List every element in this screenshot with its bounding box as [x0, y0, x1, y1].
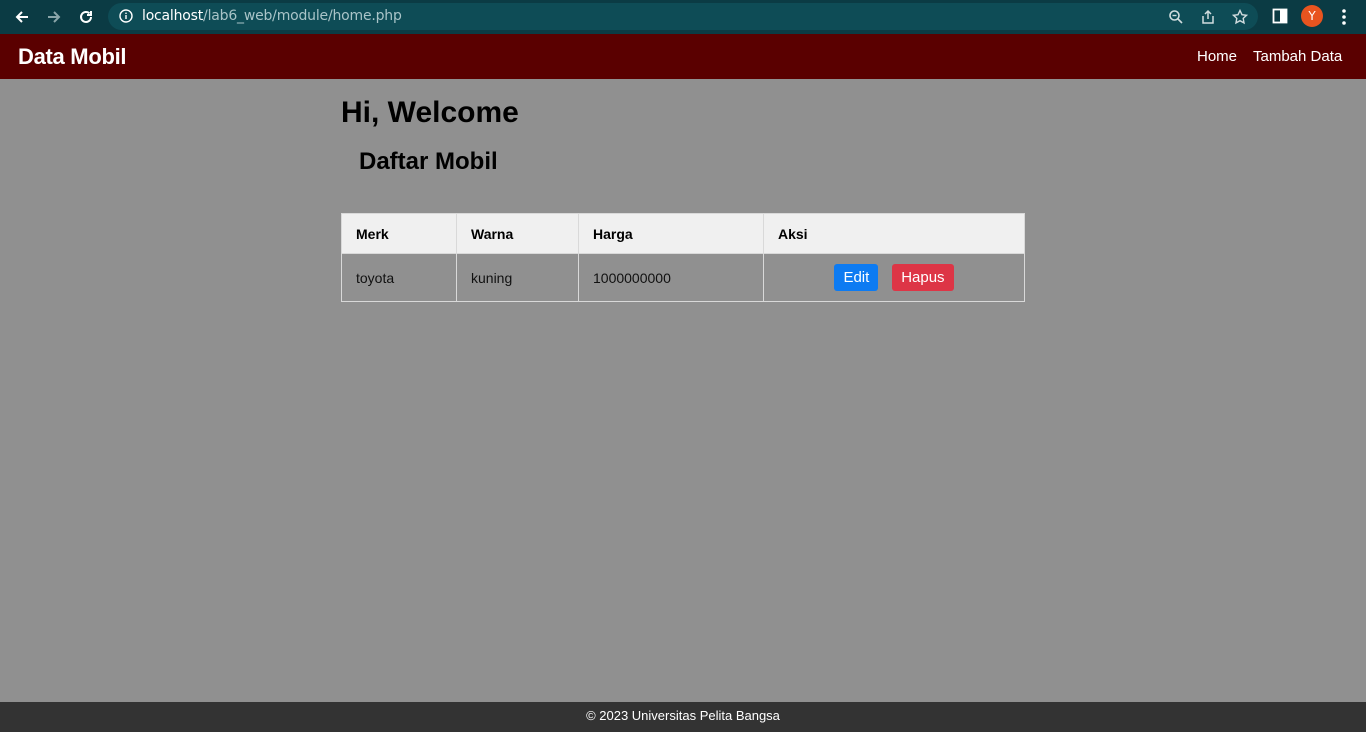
column-header-aksi: Aksi	[763, 213, 1025, 254]
side-panel-icon[interactable]	[1272, 8, 1288, 24]
share-icon[interactable]	[1200, 9, 1216, 25]
zoom-icon[interactable]	[1168, 9, 1184, 25]
column-header-merk: Merk	[341, 213, 457, 254]
footer-text: © 2023 Universitas Pelita Bangsa	[586, 708, 780, 723]
forward-arrow-icon[interactable]	[43, 6, 65, 28]
bookmark-star-icon[interactable]	[1232, 9, 1248, 25]
back-arrow-icon[interactable]	[11, 6, 33, 28]
cell-warna: kuning	[456, 253, 579, 302]
car-table: Merk Warna Harga Aksi toyota kuning 1000…	[341, 213, 1025, 302]
welcome-heading: Hi, Welcome	[341, 96, 519, 129]
page-title: Daftar Mobil	[359, 148, 498, 175]
more-menu-icon[interactable]	[1336, 7, 1352, 27]
app-navbar: Data Mobil Home Tambah Data	[0, 34, 1366, 79]
cell-merk: toyota	[341, 253, 457, 302]
cell-harga: 1000000000	[578, 253, 764, 302]
brand-title[interactable]: Data Mobil	[18, 44, 127, 70]
column-header-warna: Warna	[456, 213, 579, 254]
nav-link-home[interactable]: Home	[1197, 48, 1237, 65]
cell-aksi: Edit Hapus	[763, 253, 1025, 302]
table-row: toyota kuning 1000000000 Edit Hapus	[341, 253, 1025, 302]
edit-button[interactable]: Edit	[834, 264, 879, 291]
reload-icon[interactable]	[75, 6, 97, 28]
hapus-button[interactable]: Hapus	[892, 264, 954, 291]
site-info-icon[interactable]	[119, 9, 133, 23]
profile-avatar[interactable]: Y	[1301, 5, 1323, 27]
column-header-harga: Harga	[578, 213, 764, 254]
nav-link-tambah-data[interactable]: Tambah Data	[1253, 48, 1342, 65]
table-header-row: Merk Warna Harga Aksi	[341, 213, 1025, 254]
footer: © 2023 Universitas Pelita Bangsa	[0, 702, 1366, 732]
address-bar[interactable]: localhost/lab6_web/module/home.php	[108, 3, 1258, 30]
browser-toolbar: localhost/lab6_web/module/home.php Y	[0, 0, 1366, 34]
url-text: localhost/lab6_web/module/home.php	[142, 8, 402, 24]
